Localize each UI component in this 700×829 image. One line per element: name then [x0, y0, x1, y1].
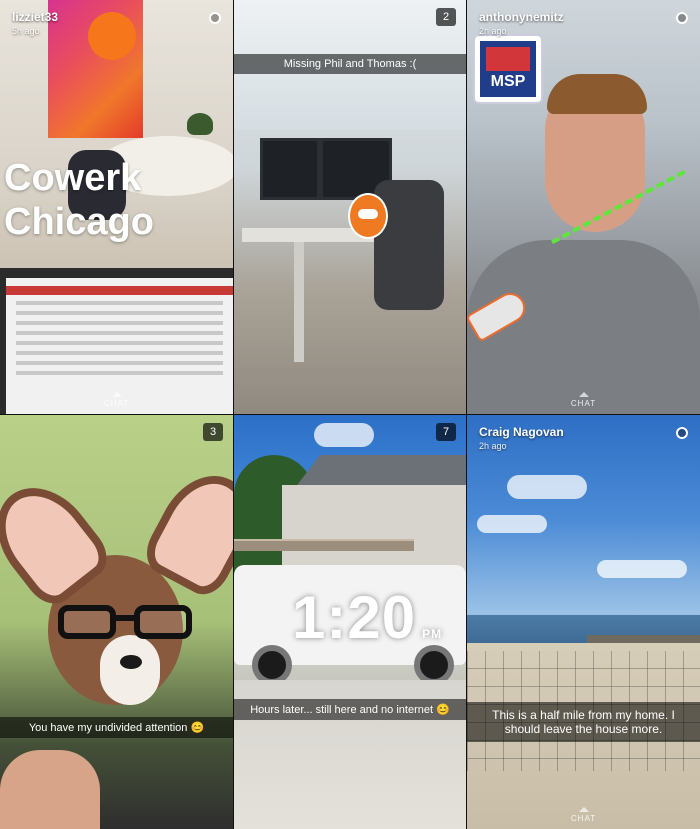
ladder-photo	[234, 539, 414, 551]
story-grid: lizziet33 5h ago Cowerk Chicago CHAT 2 M…	[0, 0, 700, 829]
wheel-photo	[252, 645, 292, 685]
story-username[interactable]: Craig Nagovan	[479, 425, 564, 439]
cloud-photo	[507, 475, 587, 499]
story-tile-office[interactable]: 2 Missing Phil and Thomas :(	[234, 0, 466, 414]
story-tile-truck[interactable]: 1:20 PM 7 Hours later... still here and n…	[234, 415, 466, 829]
story-caption: Hours later... still here and no interne…	[234, 699, 466, 720]
office-chair-photo	[374, 180, 444, 310]
chat-button[interactable]: CHAT	[467, 807, 700, 823]
story-count-badge: 2	[436, 8, 456, 26]
chat-label: CHAT	[570, 399, 597, 408]
story-tile-craig-nagovan[interactable]: Craig Nagovan 2h ago This is a half mile…	[467, 415, 700, 829]
timer-icon	[676, 427, 688, 439]
chat-label: CHAT	[570, 814, 597, 823]
time-sticker: 1:20 PM	[292, 584, 443, 651]
story-time-ago: 2h ago	[479, 441, 507, 451]
story-time-ago: 5h ago	[12, 26, 40, 36]
timer-icon	[209, 12, 221, 24]
story-caption: This is a half mile from my home. I shou…	[467, 702, 700, 742]
chat-button[interactable]: CHAT	[0, 392, 233, 408]
bitmoji-sticker	[348, 193, 388, 239]
chat-label: CHAT	[103, 399, 130, 408]
hair-photo	[547, 74, 647, 114]
story-time-ago: 2h ago	[479, 26, 507, 36]
chat-button[interactable]: CHAT	[467, 392, 700, 408]
dog-snout-filter	[100, 635, 160, 705]
chevron-up-icon	[111, 392, 122, 397]
msp-sticker: MSP	[475, 36, 541, 102]
chevron-up-icon	[578, 392, 589, 397]
desk-leg-photo	[294, 242, 304, 362]
story-username[interactable]: lizziet33	[12, 10, 58, 24]
chevron-up-icon	[578, 807, 589, 812]
story-tile-lizziet33[interactable]: lizziet33 5h ago Cowerk Chicago CHAT	[0, 0, 233, 414]
house-photo	[282, 485, 466, 575]
cloud-photo	[597, 560, 687, 578]
story-count-badge: 7	[436, 423, 456, 441]
timer-icon	[676, 12, 688, 24]
monitor-photo	[260, 138, 320, 200]
story-tile-anthonynemitz[interactable]: MSP anthonynemitz 2h ago CHAT	[467, 0, 700, 414]
story-username[interactable]: anthonynemitz	[479, 10, 564, 24]
hand-photo	[0, 750, 100, 829]
story-caption: Missing Phil and Thomas :(	[234, 54, 466, 74]
wall-art-photo	[48, 0, 143, 138]
glasses-photo	[58, 605, 198, 639]
story-caption: You have my undivided attention 😊	[0, 717, 233, 738]
cloud-photo	[314, 423, 374, 447]
dog-nose-filter	[120, 655, 142, 669]
story-count-badge: 3	[203, 423, 223, 441]
sticker-label: MSP	[490, 73, 526, 90]
story-tile-dog-filter[interactable]: 3 You have my undivided attention 😊	[0, 415, 233, 829]
plant-photo	[187, 113, 213, 135]
cloud-photo	[477, 515, 547, 533]
story-large-caption: Cowerk Chicago	[4, 157, 154, 243]
